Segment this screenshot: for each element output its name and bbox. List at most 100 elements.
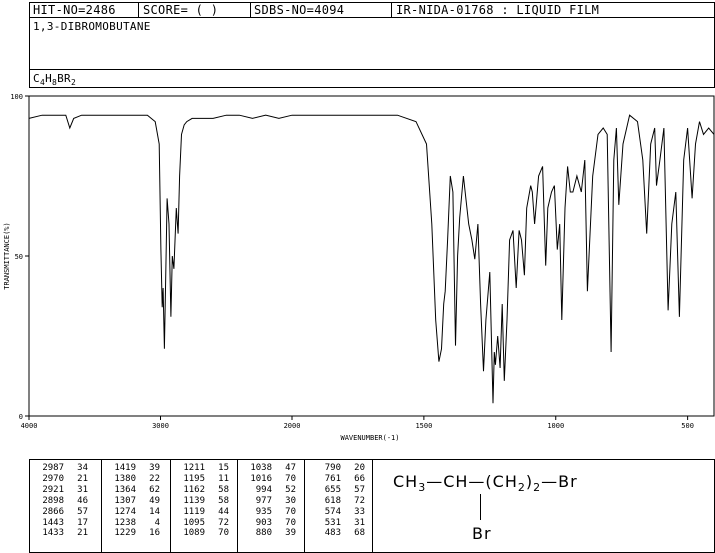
peak-wavenumber: 1139 (183, 495, 205, 506)
table-sep-3 (237, 459, 238, 553)
peak-transmittance: 17 (77, 517, 88, 528)
peak-transmittance: 20 (354, 463, 365, 473)
peak-row: 1089 70 (175, 528, 229, 539)
peak-row: 977 30 (242, 496, 296, 507)
peak-transmittance: 31 (354, 517, 365, 528)
peak-transmittance: 70 (218, 528, 229, 539)
peak-transmittance: 70 (285, 473, 296, 484)
peak-row: 1016 70 (242, 474, 296, 485)
peak-row: 790 20 (311, 463, 365, 474)
peak-wavenumber: 1274 (114, 506, 136, 517)
peak-transmittance: 33 (354, 506, 365, 517)
peak-row: 1211 15 (175, 463, 229, 474)
peak-row: 531 31 (311, 518, 365, 529)
peak-transmittance: 15 (218, 463, 229, 473)
peak-wavenumber: 1095 (183, 517, 205, 528)
peak-row: 1380 22 (106, 474, 160, 485)
peak-row: 2970 21 (34, 474, 88, 485)
peak-wavenumber: 790 (324, 463, 341, 473)
peak-column: 1419 39 1380 22 1364 62 1307 49 1274 14 1238 4 1229 1… (106, 463, 160, 539)
x-tick-label: 4000 (21, 422, 38, 430)
peak-transmittance: 31 (77, 484, 88, 495)
peak-row: 1238 4 (106, 518, 160, 529)
peak-wavenumber: 880 (255, 528, 272, 539)
peak-row: 1364 62 (106, 485, 160, 496)
peak-wavenumber: 655 (324, 484, 341, 495)
x-tick-label: 500 (681, 422, 694, 430)
peak-transmittance: 22 (149, 473, 160, 484)
peak-wavenumber: 1162 (183, 484, 205, 495)
peak-wavenumber: 1419 (114, 463, 136, 473)
structure-formula: CH3—CH—(CH2)2—Br (393, 472, 578, 495)
peak-row: 1443 17 (34, 518, 88, 529)
y-tick-label: 100 (10, 93, 23, 101)
peak-transmittance: 46 (77, 495, 88, 506)
y-axis-label: TRANSMITTANCE(%) (3, 222, 11, 289)
peak-row: 1274 14 (106, 507, 160, 518)
peak-row: 574 33 (311, 507, 365, 518)
x-axis-label: WAVENUMBER(-1) (340, 434, 399, 442)
peak-transmittance: 58 (218, 484, 229, 495)
x-tick-label: 1500 (415, 422, 432, 430)
ir-spectrum-chart: 0 50 100 4000 3000 2000 1500 1000 500 WAVENUMBE… (3, 93, 715, 442)
peak-row: 2987 34 (34, 463, 88, 474)
peak-transmittance: 39 (149, 463, 160, 473)
peak-wavenumber: 483 (324, 528, 341, 539)
table-sep-5 (372, 459, 373, 553)
peak-wavenumber: 1195 (183, 473, 205, 484)
peak-transmittance: 16 (149, 528, 160, 539)
x-tick-label: 1000 (547, 422, 564, 430)
peak-row: 1162 58 (175, 485, 229, 496)
peak-wavenumber: 761 (324, 473, 341, 484)
peak-wavenumber: 618 (324, 495, 341, 506)
peak-row: 1139 58 (175, 496, 229, 507)
peak-wavenumber: 935 (255, 506, 272, 517)
peak-wavenumber: 2921 (42, 484, 64, 495)
peak-transmittance: 21 (77, 528, 88, 539)
peak-transmittance: 52 (285, 484, 296, 495)
peak-wavenumber: 903 (255, 517, 272, 528)
x-tick-label: 2000 (284, 422, 301, 430)
peak-row: 2898 46 (34, 496, 88, 507)
peak-transmittance: 34 (77, 463, 88, 473)
peak-transmittance: 70 (285, 517, 296, 528)
table-sep-1 (101, 459, 102, 553)
peak-wavenumber: 1038 (250, 463, 272, 473)
peak-row: 2866 57 (34, 507, 88, 518)
peak-row: 935 70 (242, 507, 296, 518)
y-tick-label: 0 (19, 413, 23, 421)
peak-wavenumber: 1433 (42, 528, 64, 539)
peak-wavenumber: 1119 (183, 506, 205, 517)
peak-row: 1433 21 (34, 528, 88, 539)
peak-row: 1038 47 (242, 463, 296, 474)
peak-column: 790 20 761 66 655 57 618 72 574 33 531 31 483 68 (311, 463, 365, 539)
peak-wavenumber: 977 (255, 495, 272, 506)
peak-wavenumber: 574 (324, 506, 341, 517)
peak-wavenumber: 2866 (42, 506, 64, 517)
peak-transmittance: 30 (285, 495, 296, 506)
peak-row: 994 52 (242, 485, 296, 496)
peak-transmittance: 11 (218, 473, 229, 484)
table-sep-4 (304, 459, 305, 553)
peak-transmittance: 58 (218, 495, 229, 506)
peak-row: 2921 31 (34, 485, 88, 496)
peak-transmittance: 72 (354, 495, 365, 506)
peak-transmittance: 47 (285, 463, 296, 473)
y-tick-label: 50 (15, 253, 23, 261)
peak-transmittance: 57 (354, 484, 365, 495)
peak-row: 1307 49 (106, 496, 160, 507)
peak-wavenumber: 994 (255, 484, 272, 495)
peak-transmittance: 68 (354, 528, 365, 539)
peak-transmittance: 4 (154, 517, 160, 528)
peak-transmittance: 66 (354, 473, 365, 484)
peak-transmittance: 14 (149, 506, 160, 517)
peak-row: 1119 44 (175, 507, 229, 518)
peak-transmittance: 44 (218, 506, 229, 517)
peak-wavenumber: 531 (324, 517, 341, 528)
peak-row: 1419 39 (106, 463, 160, 474)
peak-wavenumber: 1229 (114, 528, 136, 539)
x-tick-label: 3000 (152, 422, 169, 430)
peak-wavenumber: 2987 (42, 463, 64, 473)
peak-row: 618 72 (311, 496, 365, 507)
peak-wavenumber: 1211 (183, 463, 205, 473)
